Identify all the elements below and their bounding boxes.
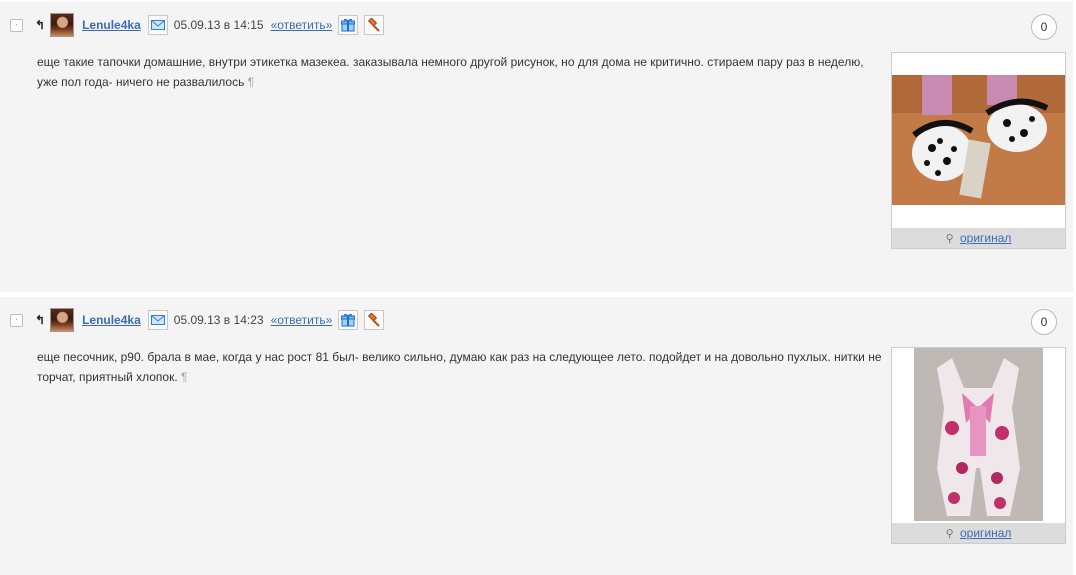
comment-header: · ↰ Lenule4ka 05.09.13 в 14:15 «ответить…: [10, 12, 390, 38]
permalink-pilcrow[interactable]: ¶: [248, 75, 254, 89]
comment-date: 05.09.13 в 14:15: [173, 18, 264, 32]
avatar[interactable]: [50, 13, 75, 37]
hammer-icon[interactable]: [364, 310, 385, 330]
image-thumbnail[interactable]: ⚲ оригинал: [891, 52, 1066, 249]
comment: · ↰ Lenule4ka 05.09.13 в 14:23 «ответить…: [0, 297, 1073, 575]
hammer-icon[interactable]: [364, 15, 385, 35]
gift-icon[interactable]: [338, 15, 359, 35]
parent-comment-arrow-icon[interactable]: ↰: [35, 313, 45, 327]
comment-body: еще такие тапочки домашние, внутри этике…: [37, 55, 864, 89]
thumbnail-footer: ⚲ оригинал: [892, 523, 1065, 543]
permalink-pilcrow[interactable]: ¶: [181, 370, 187, 384]
gift-icon[interactable]: [338, 310, 359, 330]
comment-text: еще песочник, р90. брала в мае, когда у …: [37, 347, 887, 387]
comment-body: еще песочник, р90. брала в мае, когда у …: [37, 350, 882, 384]
slippers-photo[interactable]: [892, 53, 1065, 228]
rating-counter[interactable]: 0: [1031, 309, 1057, 335]
comment-text: еще такие тапочки домашние, внутри этике…: [37, 52, 887, 92]
comment: · ↰ Lenule4ka 05.09.13 в 14:15 «ответить…: [0, 2, 1073, 292]
rating-counter[interactable]: 0: [1031, 14, 1057, 40]
comment-header: · ↰ Lenule4ka 05.09.13 в 14:23 «ответить…: [10, 307, 390, 333]
avatar[interactable]: [50, 308, 75, 332]
comment-date: 05.09.13 в 14:23: [173, 313, 264, 327]
author-link[interactable]: Lenule4ka: [82, 18, 141, 32]
image-thumbnail[interactable]: ⚲ оригинал: [891, 347, 1066, 544]
collapse-toggle[interactable]: ·: [10, 18, 23, 32]
author-link[interactable]: Lenule4ka: [82, 313, 141, 327]
mail-icon[interactable]: [147, 310, 168, 330]
reply-link[interactable]: «ответить»: [271, 313, 333, 327]
magnifier-icon: ⚲: [945, 233, 954, 245]
reply-link[interactable]: «ответить»: [271, 18, 333, 32]
original-link[interactable]: оригинал: [960, 526, 1011, 540]
collapse-toggle[interactable]: ·: [10, 313, 23, 327]
romper-photo[interactable]: [892, 348, 1065, 523]
magnifier-icon: ⚲: [945, 528, 954, 540]
parent-comment-arrow-icon[interactable]: ↰: [35, 18, 45, 32]
original-link[interactable]: оригинал: [960, 231, 1011, 245]
mail-icon[interactable]: [147, 15, 168, 35]
thumbnail-footer: ⚲ оригинал: [892, 228, 1065, 248]
